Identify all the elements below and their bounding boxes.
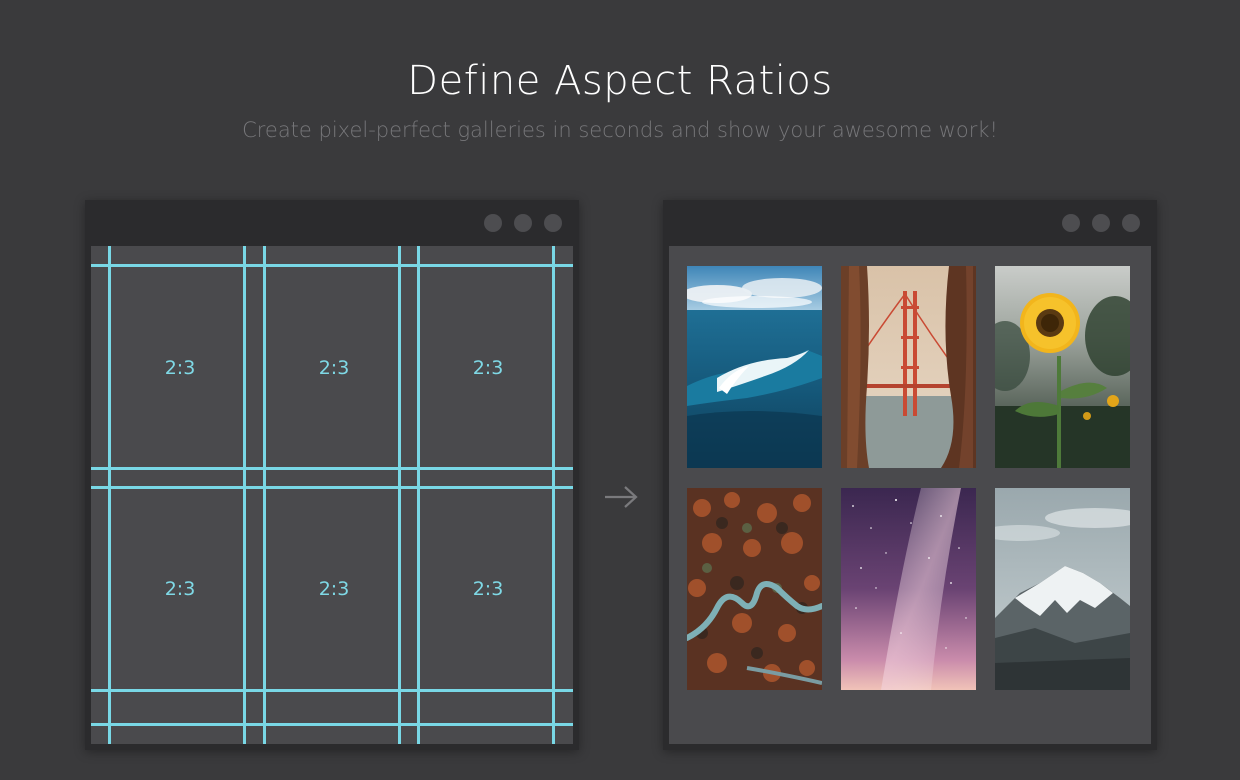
horizontal-guide-line (91, 689, 573, 692)
photo-winding-river-forest[interactable] (687, 488, 822, 690)
aspect-ratio-cell: 2:3 (318, 578, 350, 600)
aspect-ratio-cell: 2:3 (164, 357, 196, 379)
photo-golden-gate-bridge[interactable] (841, 266, 976, 468)
horizontal-guide-line (91, 467, 573, 470)
page-subtitle: Create pixel-perfect galleries in second… (242, 118, 998, 142)
window-dot-icon[interactable] (1062, 214, 1080, 232)
aspect-ratio-cell: 2:3 (472, 357, 504, 379)
photo-snowy-mountain[interactable] (995, 488, 1130, 690)
gallery-window (663, 200, 1157, 750)
photo-ocean-wave[interactable] (687, 266, 822, 468)
guide-window: 2:3 2:3 2:3 2:3 2:3 2:3 (85, 200, 579, 750)
guide-grid: 2:3 2:3 2:3 2:3 2:3 2:3 (91, 246, 573, 744)
vertical-guide-line (243, 246, 246, 744)
window-dot-icon[interactable] (1092, 214, 1110, 232)
horizontal-guide-line (91, 486, 573, 489)
window-dot-icon[interactable] (1122, 214, 1140, 232)
horizontal-guide-line (91, 723, 573, 726)
page-title: Define Aspect Ratios (407, 58, 833, 104)
horizontal-guide-line (91, 264, 573, 267)
photo-sunflower[interactable] (995, 266, 1130, 468)
arrow-right-icon (605, 486, 638, 508)
window-titlebar (85, 200, 579, 246)
aspect-ratio-cell: 2:3 (164, 578, 196, 600)
vertical-guide-line (108, 246, 111, 744)
window-dot-icon[interactable] (514, 214, 532, 232)
window-dot-icon[interactable] (544, 214, 562, 232)
photo-gallery (669, 246, 1151, 744)
window-dot-icon[interactable] (484, 214, 502, 232)
vertical-guide-line (552, 246, 555, 744)
window-titlebar (663, 200, 1157, 246)
photo-milky-way-sky[interactable] (841, 488, 976, 690)
vertical-guide-line (263, 246, 266, 744)
vertical-guide-line (398, 246, 401, 744)
vertical-guide-line (417, 246, 420, 744)
aspect-ratio-cell: 2:3 (318, 357, 350, 379)
aspect-ratio-cell: 2:3 (472, 578, 504, 600)
